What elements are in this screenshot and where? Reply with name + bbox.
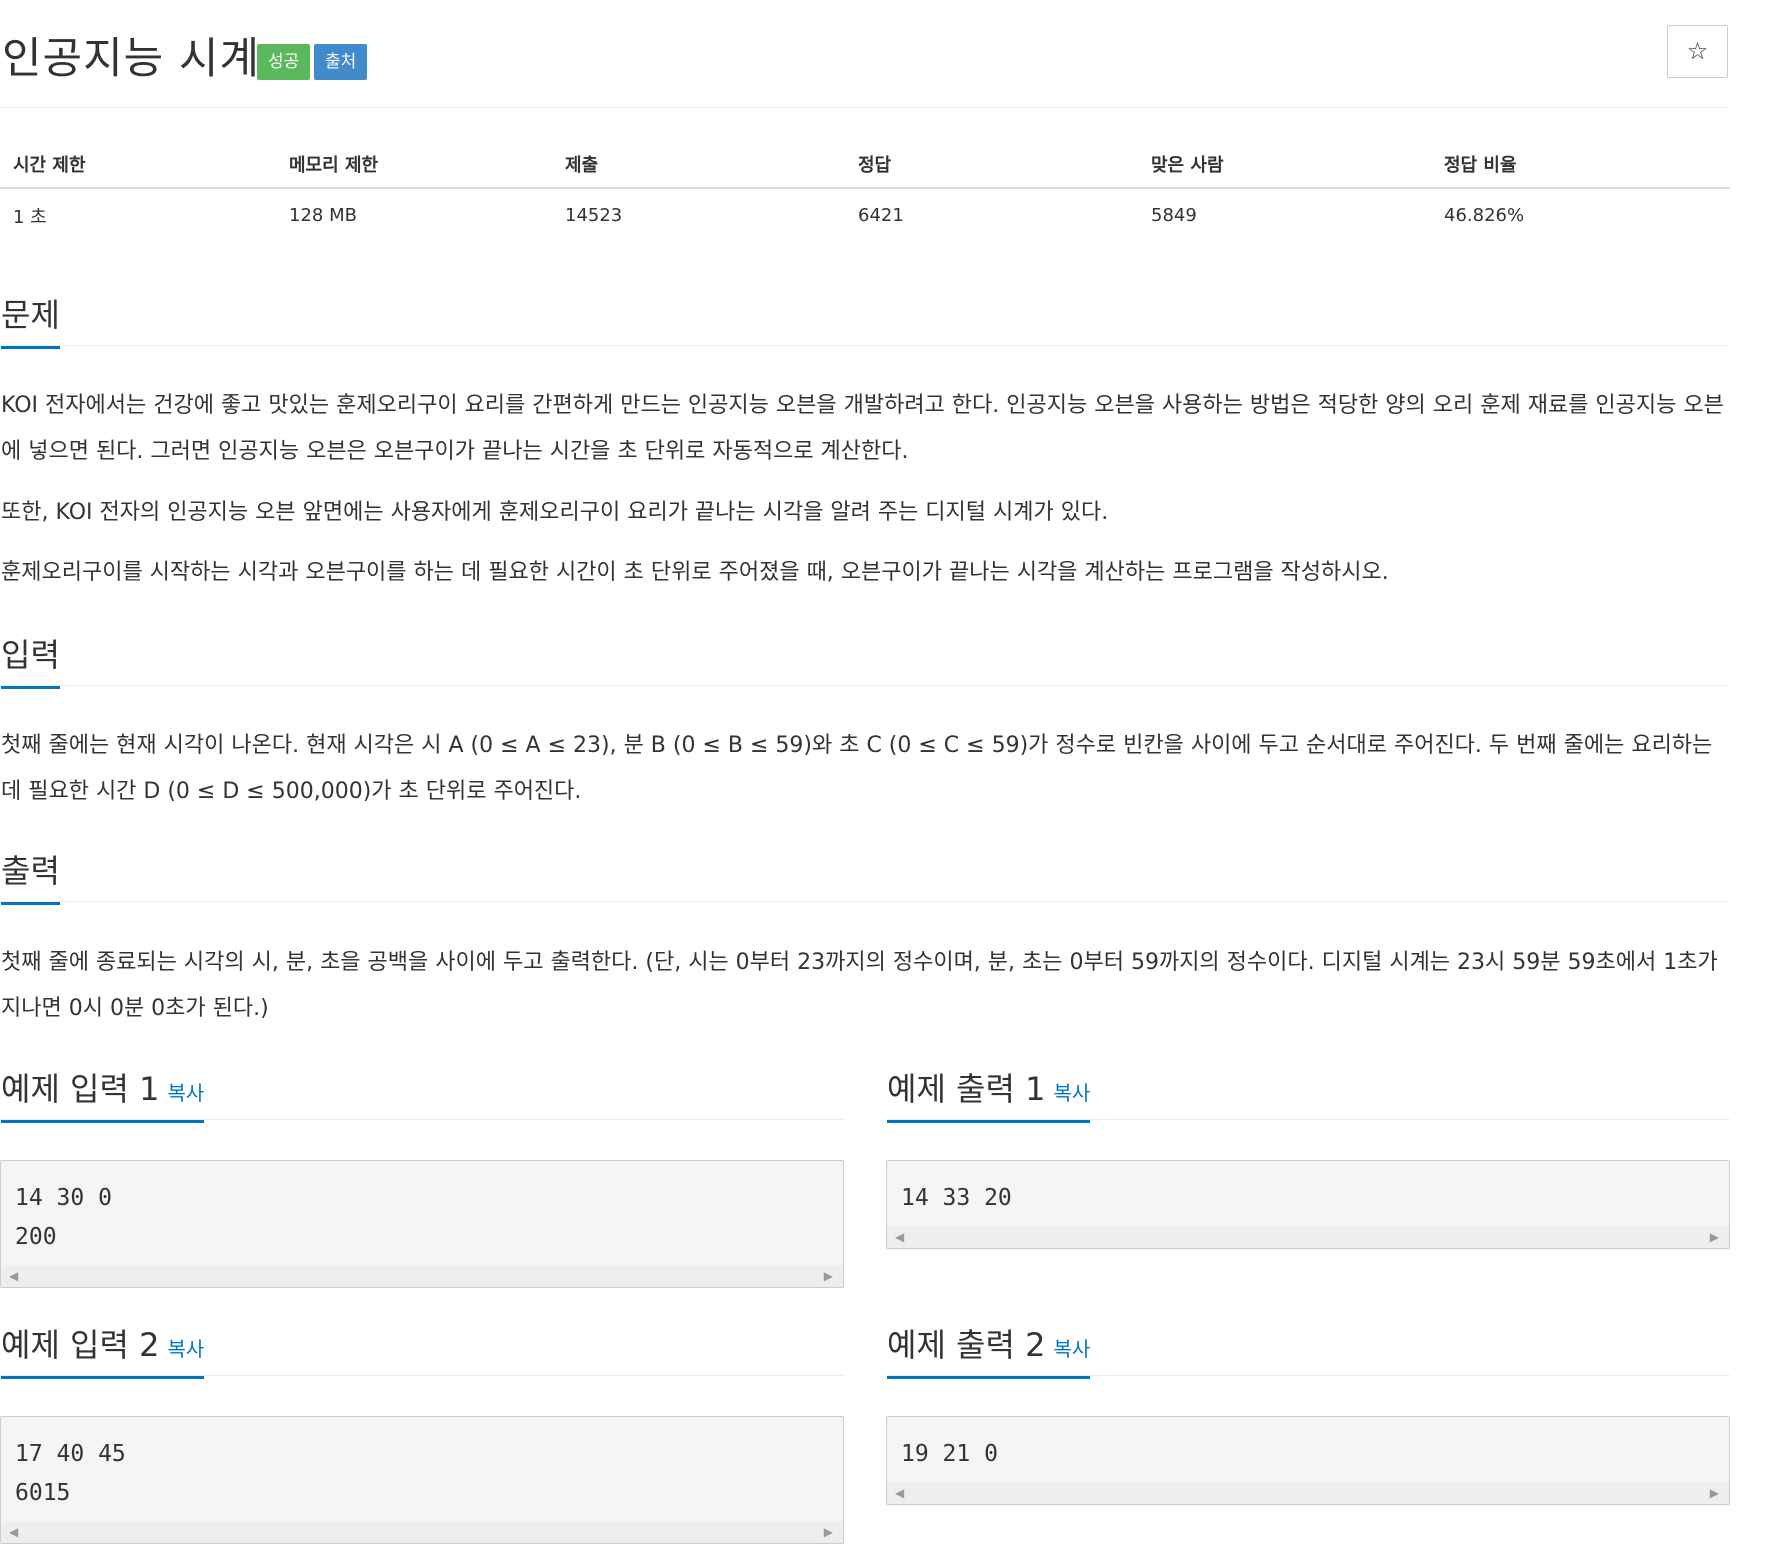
- problem-paragraph-1: KOI 전자에서는 건강에 좋고 맛있는 훈제오리구이 요리를 간편하게 만드는…: [1, 393, 1724, 464]
- problem-paragraph-2: 또한, KOI 전자의 인공지능 오븐 앞면에는 사용자에게 훈제오리구이 요리…: [1, 500, 1109, 525]
- copy-sample-output-2-button[interactable]: 복사: [1053, 1337, 1090, 1361]
- problem-header: 인공지능 시계 성공 출처 ☆: [0, 18, 1730, 108]
- problem-title: 인공지능 시계: [2, 34, 261, 84]
- input-paragraph: 첫째 줄에는 현재 시각이 나온다. 현재 시각은 시 A (0 ≤ A ≤ 2…: [1, 733, 1713, 804]
- memory-limit-header: 메모리 제한: [276, 140, 552, 189]
- problem-info-table: 시간 제한 메모리 제한 제출 정답 맞은 사람 정답 비율 1 초 128 M…: [0, 140, 1730, 242]
- sample-output-2-content: 19 21 0: [901, 1441, 998, 1467]
- sample-output-2-box[interactable]: 19 21 0 ◀ ▶: [886, 1416, 1730, 1505]
- horizontal-scrollbar[interactable]: ◀ ▶: [887, 1482, 1729, 1504]
- sample-output-1-title: 예제 출력 1 복사: [887, 1064, 1091, 1123]
- source-label[interactable]: 출처: [314, 44, 368, 80]
- copy-sample-output-1-button[interactable]: 복사: [1053, 1081, 1090, 1105]
- time-limit-value: 1 초: [13, 206, 47, 228]
- ratio-header: 정답 비율: [1431, 140, 1730, 189]
- sample-output-2-title: 예제 출력 2 복사: [887, 1320, 1091, 1379]
- sample-input-1-headline: 예제 입력 1 복사: [0, 1064, 844, 1123]
- accepted-header: 정답: [845, 140, 1138, 189]
- output-section-title: 출력: [1, 846, 60, 905]
- sample-output-2-headline: 예제 출력 2 복사: [886, 1320, 1730, 1379]
- sample-input-1-box[interactable]: 14 30 0 200 ◀ ▶: [0, 1160, 844, 1288]
- sample-output-1-headline: 예제 출력 1 복사: [886, 1064, 1730, 1123]
- table-row: 1 초 128 MB 14523 6421 5849 46.826%: [0, 188, 1730, 242]
- sample-input-2-box[interactable]: 17 40 45 6015 ◀ ▶: [0, 1416, 844, 1544]
- accepted-value: 6421: [858, 205, 904, 226]
- copy-sample-input-2-button[interactable]: 복사: [167, 1337, 204, 1361]
- scroll-right-icon[interactable]: ▶: [1710, 1482, 1719, 1504]
- scroll-left-icon[interactable]: ◀: [895, 1226, 904, 1248]
- problem-section-headline: 문제: [0, 290, 1730, 349]
- input-section-headline: 입력: [0, 630, 1730, 689]
- scroll-left-icon[interactable]: ◀: [895, 1482, 904, 1504]
- sample-output-1-content: 14 33 20: [901, 1185, 1012, 1211]
- solved-users-value: 5849: [1151, 205, 1197, 226]
- sample-input-1-title: 예제 입력 1 복사: [1, 1064, 205, 1123]
- sample-input-1-content: 14 30 0 200: [15, 1185, 112, 1250]
- time-limit-header: 시간 제한: [0, 140, 276, 189]
- horizontal-scrollbar[interactable]: ◀ ▶: [887, 1226, 1729, 1248]
- problem-paragraph-3: 훈제오리구이를 시작하는 시각과 오븐구이를 하는 데 필요한 시간이 초 단위…: [1, 560, 1389, 585]
- solved-users-header: 맞은 사람: [1138, 140, 1431, 189]
- submissions-header: 제출: [552, 140, 845, 189]
- horizontal-scrollbar[interactable]: ◀ ▶: [1, 1265, 843, 1287]
- memory-limit-value: 128 MB: [289, 205, 357, 226]
- scroll-left-icon[interactable]: ◀: [9, 1521, 18, 1543]
- sample-input-2-title: 예제 입력 2 복사: [1, 1320, 205, 1379]
- horizontal-scrollbar[interactable]: ◀ ▶: [1, 1521, 843, 1543]
- submissions-value: 14523: [565, 205, 623, 226]
- output-paragraph: 첫째 줄에 종료되는 시각의 시, 분, 초을 공백을 사이에 두고 출력한다.…: [1, 950, 1718, 1021]
- sample-output-1-box[interactable]: 14 33 20 ◀ ▶: [886, 1160, 1730, 1249]
- sample-input-2-headline: 예제 입력 2 복사: [0, 1320, 844, 1379]
- scroll-right-icon[interactable]: ▶: [1710, 1226, 1719, 1248]
- table-header-row: 시간 제한 메모리 제한 제출 정답 맞은 사람 정답 비율: [0, 140, 1730, 189]
- output-section-headline: 출력: [0, 846, 1730, 905]
- scroll-right-icon[interactable]: ▶: [824, 1265, 833, 1287]
- scroll-left-icon[interactable]: ◀: [9, 1265, 18, 1287]
- ratio-value: 46.826%: [1444, 205, 1525, 226]
- success-label[interactable]: 성공: [257, 44, 311, 80]
- input-section-title: 입력: [1, 630, 60, 689]
- copy-sample-input-1-button[interactable]: 복사: [167, 1081, 204, 1105]
- scroll-right-icon[interactable]: ▶: [824, 1521, 833, 1543]
- star-icon: ☆: [1686, 37, 1709, 65]
- favorite-star-button[interactable]: ☆: [1667, 25, 1728, 78]
- sample-input-2-content: 17 40 45 6015: [15, 1441, 126, 1506]
- problem-section-title: 문제: [1, 290, 60, 349]
